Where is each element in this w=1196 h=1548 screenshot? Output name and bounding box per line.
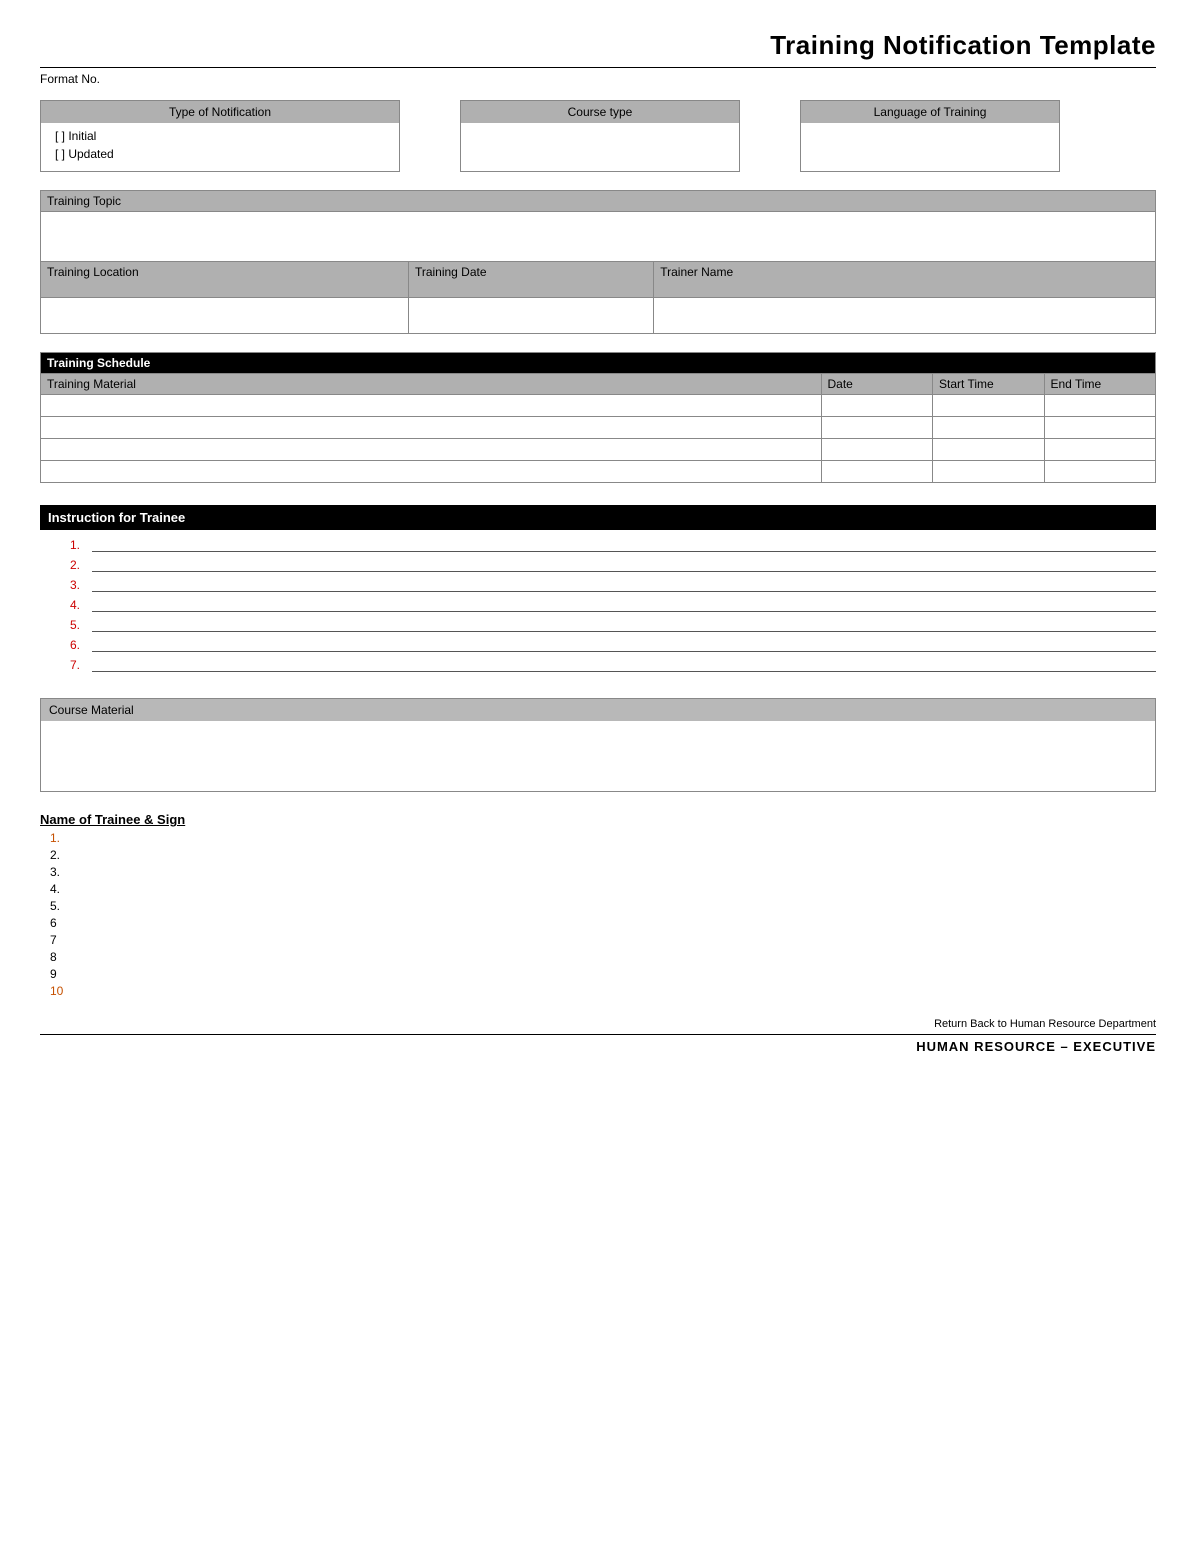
training-topic-label: Training Topic xyxy=(41,191,1156,212)
language-body[interactable] xyxy=(801,123,1059,171)
schedule-section-label: Training Schedule xyxy=(41,353,1156,374)
schedule-start-3[interactable] xyxy=(933,439,1045,461)
schedule-date-2[interactable] xyxy=(821,417,933,439)
training-location-label: Training Location xyxy=(41,262,409,298)
schedule-start-1[interactable] xyxy=(933,395,1045,417)
top-divider xyxy=(40,67,1156,68)
initial-option[interactable]: [ ] Initial xyxy=(49,127,391,145)
trainee-title: Name of Trainee & Sign xyxy=(40,812,1156,827)
instruction-line-3 xyxy=(92,578,1156,592)
instruction-num-1: 1. xyxy=(70,538,92,552)
schedule-row-3 xyxy=(41,439,1156,461)
trainee-item-7[interactable]: 7 xyxy=(50,933,1156,947)
training-date-value[interactable] xyxy=(408,298,653,334)
instruction-num-4: 4. xyxy=(70,598,92,612)
notification-header: Type of Notification xyxy=(41,101,399,123)
updated-option[interactable]: [ ] Updated xyxy=(49,145,391,163)
schedule-material-3[interactable] xyxy=(41,439,822,461)
instruction-item-3[interactable]: 3. xyxy=(70,578,1156,592)
schedule-end-2[interactable] xyxy=(1044,417,1156,439)
schedule-end-header: End Time xyxy=(1044,374,1156,395)
training-date-label: Training Date xyxy=(408,262,653,298)
instruction-item-6[interactable]: 6. xyxy=(70,638,1156,652)
instruction-item-5[interactable]: 5. xyxy=(70,618,1156,632)
schedule-row-4 xyxy=(41,461,1156,483)
instruction-num-2: 2. xyxy=(70,558,92,572)
training-location-value[interactable] xyxy=(41,298,409,334)
instruction-num-6: 6. xyxy=(70,638,92,652)
schedule-start-header: Start Time xyxy=(933,374,1045,395)
schedule-material-1[interactable] xyxy=(41,395,822,417)
schedule-material-4[interactable] xyxy=(41,461,822,483)
instruction-num-7: 7. xyxy=(70,658,92,672)
training-topic-row: Training Topic xyxy=(41,191,1156,212)
page-title: Training Notification Template xyxy=(40,30,1156,61)
schedule-end-1[interactable] xyxy=(1044,395,1156,417)
instruction-line-4 xyxy=(92,598,1156,612)
schedule-table: Training Schedule Training Material Date… xyxy=(40,352,1156,483)
instruction-item-1[interactable]: 1. xyxy=(70,538,1156,552)
schedule-date-4[interactable] xyxy=(821,461,933,483)
notification-body: [ ] Initial [ ] Updated xyxy=(41,123,399,171)
training-values-row xyxy=(41,298,1156,334)
instruction-list: 1. 2. 3. 4. 5. 6. 7. xyxy=(40,534,1156,682)
instruction-line-6 xyxy=(92,638,1156,652)
course-type-cell: Course type xyxy=(460,100,740,172)
trainee-item-10[interactable]: 10 xyxy=(50,984,1156,998)
trainee-item-6[interactable]: 6 xyxy=(50,916,1156,930)
schedule-row-2 xyxy=(41,417,1156,439)
schedule-date-3[interactable] xyxy=(821,439,933,461)
language-header: Language of Training xyxy=(801,101,1059,123)
training-topic-value-row xyxy=(41,212,1156,262)
instruction-header: Instruction for Trainee xyxy=(40,505,1156,530)
footer-return-text: Return Back to Human Resource Department xyxy=(40,1018,1156,1030)
top-info-row: Type of Notification [ ] Initial [ ] Upd… xyxy=(40,100,1156,172)
instruction-num-5: 5. xyxy=(70,618,92,632)
trainee-section: Name of Trainee & Sign 1. 2. 3. 4. 5. 6 … xyxy=(40,812,1156,998)
instruction-line-5 xyxy=(92,618,1156,632)
instruction-num-3: 3. xyxy=(70,578,92,592)
instruction-line-2 xyxy=(92,558,1156,572)
trainee-item-9[interactable]: 9 xyxy=(50,967,1156,981)
course-type-body[interactable] xyxy=(461,123,739,171)
course-material-header: Course Material xyxy=(41,699,1155,721)
schedule-material-2[interactable] xyxy=(41,417,822,439)
trainee-item-4[interactable]: 4. xyxy=(50,882,1156,896)
schedule-col-headers: Training Material Date Start Time End Ti… xyxy=(41,374,1156,395)
course-type-header: Course type xyxy=(461,101,739,123)
trainee-item-8[interactable]: 8 xyxy=(50,950,1156,964)
instruction-item-4[interactable]: 4. xyxy=(70,598,1156,612)
schedule-end-4[interactable] xyxy=(1044,461,1156,483)
notification-cell: Type of Notification [ ] Initial [ ] Upd… xyxy=(40,100,400,172)
schedule-end-3[interactable] xyxy=(1044,439,1156,461)
instruction-item-7[interactable]: 7. xyxy=(70,658,1156,672)
trainer-name-value[interactable] xyxy=(654,298,1156,334)
format-no-label: Format No. xyxy=(40,72,1156,86)
footer-line xyxy=(40,1034,1156,1035)
trainee-list: 1. 2. 3. 4. 5. 6 7 8 9 10 xyxy=(40,831,1156,998)
instruction-line-7 xyxy=(92,658,1156,672)
schedule-date-1[interactable] xyxy=(821,395,933,417)
schedule-start-2[interactable] xyxy=(933,417,1045,439)
instruction-item-2[interactable]: 2. xyxy=(70,558,1156,572)
training-subheader-row: Training Location Training Date Trainer … xyxy=(41,262,1156,298)
trainer-name-label: Trainer Name xyxy=(654,262,1156,298)
schedule-header-row: Training Schedule xyxy=(41,353,1156,374)
schedule-start-4[interactable] xyxy=(933,461,1045,483)
training-info-table: Training Topic Training Location Trainin… xyxy=(40,190,1156,334)
trainee-item-5[interactable]: 5. xyxy=(50,899,1156,913)
schedule-row-1 xyxy=(41,395,1156,417)
trainee-item-3[interactable]: 3. xyxy=(50,865,1156,879)
language-cell: Language of Training xyxy=(800,100,1060,172)
schedule-material-header: Training Material xyxy=(41,374,822,395)
training-topic-value[interactable] xyxy=(41,212,1156,262)
footer-section: Return Back to Human Resource Department… xyxy=(40,1018,1156,1054)
course-material-box: Course Material xyxy=(40,698,1156,792)
footer-hr-label: HUMAN RESOURCE – EXECUTIVE xyxy=(40,1039,1156,1054)
course-material-body[interactable] xyxy=(41,721,1155,791)
instruction-line-1 xyxy=(92,538,1156,552)
trainee-item-1[interactable]: 1. xyxy=(50,831,1156,845)
schedule-date-header: Date xyxy=(821,374,933,395)
trainee-item-2[interactable]: 2. xyxy=(50,848,1156,862)
